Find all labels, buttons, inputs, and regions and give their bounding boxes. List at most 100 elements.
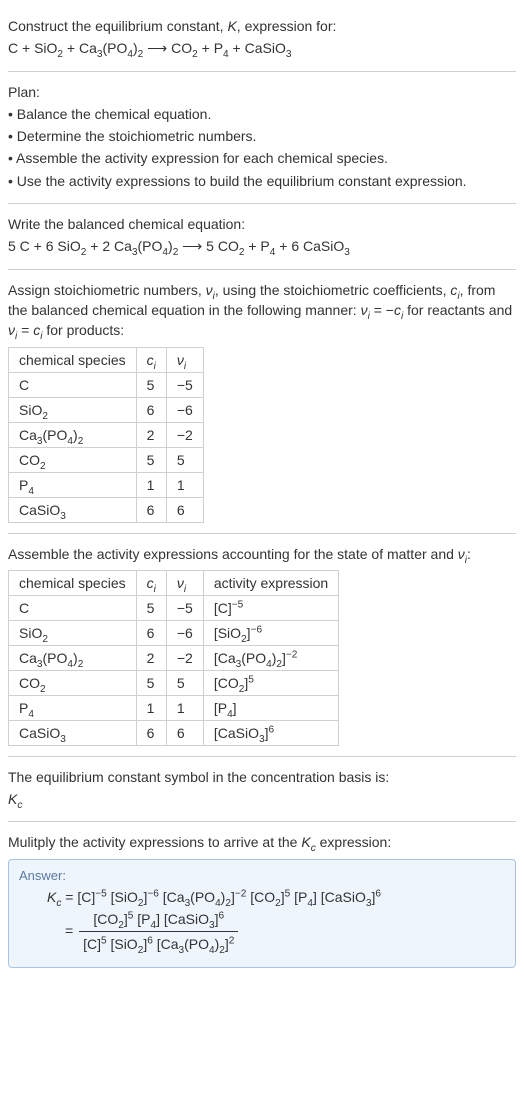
cell-species: CaSiO3 (9, 497, 137, 522)
cell-species: SiO2 (9, 620, 137, 645)
answer-box: Answer: Kc = [C]−5 [SiO2]−6 [Ca3(PO4)2]−… (8, 859, 516, 968)
sub-i: i (154, 584, 156, 595)
cell-nui: −5 (166, 595, 203, 620)
th-species: chemical species (9, 570, 137, 595)
balanced-title: Write the balanced chemical equation: (8, 214, 516, 234)
text: Assemble the activity expressions accoun… (8, 546, 458, 562)
sub: 3 (344, 247, 350, 258)
table-row: SiO26−6 (9, 397, 204, 422)
table-row: C5−5[C]−5 (9, 595, 339, 620)
cell-nui: −2 (166, 645, 203, 670)
cell-activity: [CO2]5 (203, 670, 338, 695)
table-row: Ca3(PO4)22−2[Ca3(PO4)2]−2 (9, 645, 339, 670)
construct-line: Construct the equilibrium constant, K, e… (8, 16, 516, 36)
table-header-row: chemical species ci νi activity expressi… (9, 570, 339, 595)
text: Mulitply the activity expressions to arr… (8, 834, 301, 850)
section-kc-symbol: The equilibrium constant symbol in the c… (8, 757, 516, 823)
section-balanced: Write the balanced chemical equation: 5 … (8, 204, 516, 270)
plan-bullet-2: • Determine the stoichiometric numbers. (8, 126, 516, 146)
stoich-table-body: C5−5SiO26−6Ca3(PO4)22−2CO255P411CaSiO366 (9, 372, 204, 522)
eq-sign: = (65, 923, 77, 939)
stoich-table: chemical species ci νi C5−5SiO26−6Ca3(PO… (8, 347, 204, 523)
text: = (17, 322, 33, 338)
section-construct: Construct the equilibrium constant, K, e… (8, 6, 516, 72)
eq-part: 5 CO (206, 238, 239, 254)
var-K: K (227, 18, 236, 34)
var-nu: ν (8, 322, 15, 338)
activity-table-body: C5−5[C]−5SiO26−6[SiO2]−6Ca3(PO4)22−2[Ca3… (9, 595, 339, 745)
plan-bullet-1: • Balance the chemical equation. (8, 104, 516, 124)
th-nui: νi (166, 347, 203, 372)
text: , using the stoichiometric coefficients, (215, 282, 451, 298)
section-plan: Plan: • Balance the chemical equation. •… (8, 72, 516, 204)
cell-species: Ca3(PO4)2 (9, 645, 137, 670)
text: = − (370, 302, 394, 318)
var-nu: ν (206, 282, 213, 298)
cell-ci: 5 (136, 447, 166, 472)
text: for products: (42, 322, 124, 338)
table-row: CO255 (9, 447, 204, 472)
section-multiply: Mulitply the activity expressions to arr… (8, 822, 516, 977)
text: Assign stoichiometric numbers, (8, 282, 206, 298)
sub-i: i (184, 584, 186, 595)
sub: 3 (286, 49, 292, 60)
var-nu: ν (361, 302, 368, 318)
multiply-text: Mulitply the activity expressions to arr… (8, 832, 516, 852)
var-nu: ν (177, 352, 184, 368)
cell-nui: 5 (166, 447, 203, 472)
th-species: chemical species (9, 347, 137, 372)
cell-nui: −6 (166, 397, 203, 422)
var-nu: ν (177, 575, 184, 591)
fraction-denominator: [C]5 [SiO2]6 [Ca3(PO4)2]2 (79, 932, 238, 954)
balanced-equation: 5 C + 6 SiO2 + 2 Ca3(PO4)2 ⟶ 5 CO2 + P4 … (8, 236, 516, 256)
cell-nui: 6 (166, 497, 203, 522)
cell-species: C (9, 595, 137, 620)
section-stoich: Assign stoichiometric numbers, νi, using… (8, 270, 516, 534)
cell-nui: 1 (166, 695, 203, 720)
cell-ci: 6 (136, 720, 166, 745)
arrow: ⟶ (178, 238, 206, 254)
eq-part: C + SiO (8, 40, 57, 56)
text: , expression for: (237, 18, 337, 34)
answer-fraction: [CO2]5 [P4] [CaSiO3]6 [C]5 [SiO2]6 [Ca3(… (79, 909, 238, 955)
cell-species: SiO2 (9, 397, 137, 422)
eq-part: + Ca (63, 40, 97, 56)
eq-part: + CaSiO (229, 40, 286, 56)
cell-species: Ca3(PO4)2 (9, 422, 137, 447)
cell-ci: 1 (136, 472, 166, 497)
table-row: P411[P4] (9, 695, 339, 720)
cell-ci: 5 (136, 372, 166, 397)
eq-part: + P (244, 238, 269, 254)
cell-nui: −6 (166, 620, 203, 645)
cell-species: CO2 (9, 447, 137, 472)
activity-table: chemical species ci νi activity expressi… (8, 570, 339, 746)
eq-part: (PO (138, 238, 163, 254)
cell-nui: 5 (166, 670, 203, 695)
cell-activity: [Ca3(PO4)2]−2 (203, 645, 338, 670)
text: Construct the equilibrium constant, (8, 18, 227, 34)
cell-species: CO2 (9, 670, 137, 695)
eq-part: CO (171, 40, 192, 56)
cell-species: C (9, 372, 137, 397)
activity-text: Assemble the activity expressions accoun… (8, 544, 516, 564)
th-nui: νi (166, 570, 203, 595)
cell-nui: −2 (166, 422, 203, 447)
sub-i: i (184, 360, 186, 371)
plan-title: Plan: (8, 82, 516, 102)
arrow: ⟶ (143, 40, 171, 56)
cell-activity: [C]−5 (203, 595, 338, 620)
answer-label: Answer: (19, 868, 505, 883)
plan-bullet-4: • Use the activity expressions to build … (8, 171, 516, 191)
eq-part: + 6 CaSiO (275, 238, 344, 254)
cell-ci: 6 (136, 620, 166, 645)
var-K: K (301, 834, 310, 850)
table-header-row: chemical species ci νi (9, 347, 204, 372)
table-row: CaSiO366[CaSiO3]6 (9, 720, 339, 745)
document-root: Construct the equilibrium constant, K, e… (0, 0, 524, 990)
table-row: CaSiO366 (9, 497, 204, 522)
cell-nui: −5 (166, 372, 203, 397)
kc-symbol: Kc (8, 789, 516, 809)
cell-ci: 5 (136, 670, 166, 695)
cell-species: CaSiO3 (9, 720, 137, 745)
eq-part: + 2 Ca (86, 238, 132, 254)
